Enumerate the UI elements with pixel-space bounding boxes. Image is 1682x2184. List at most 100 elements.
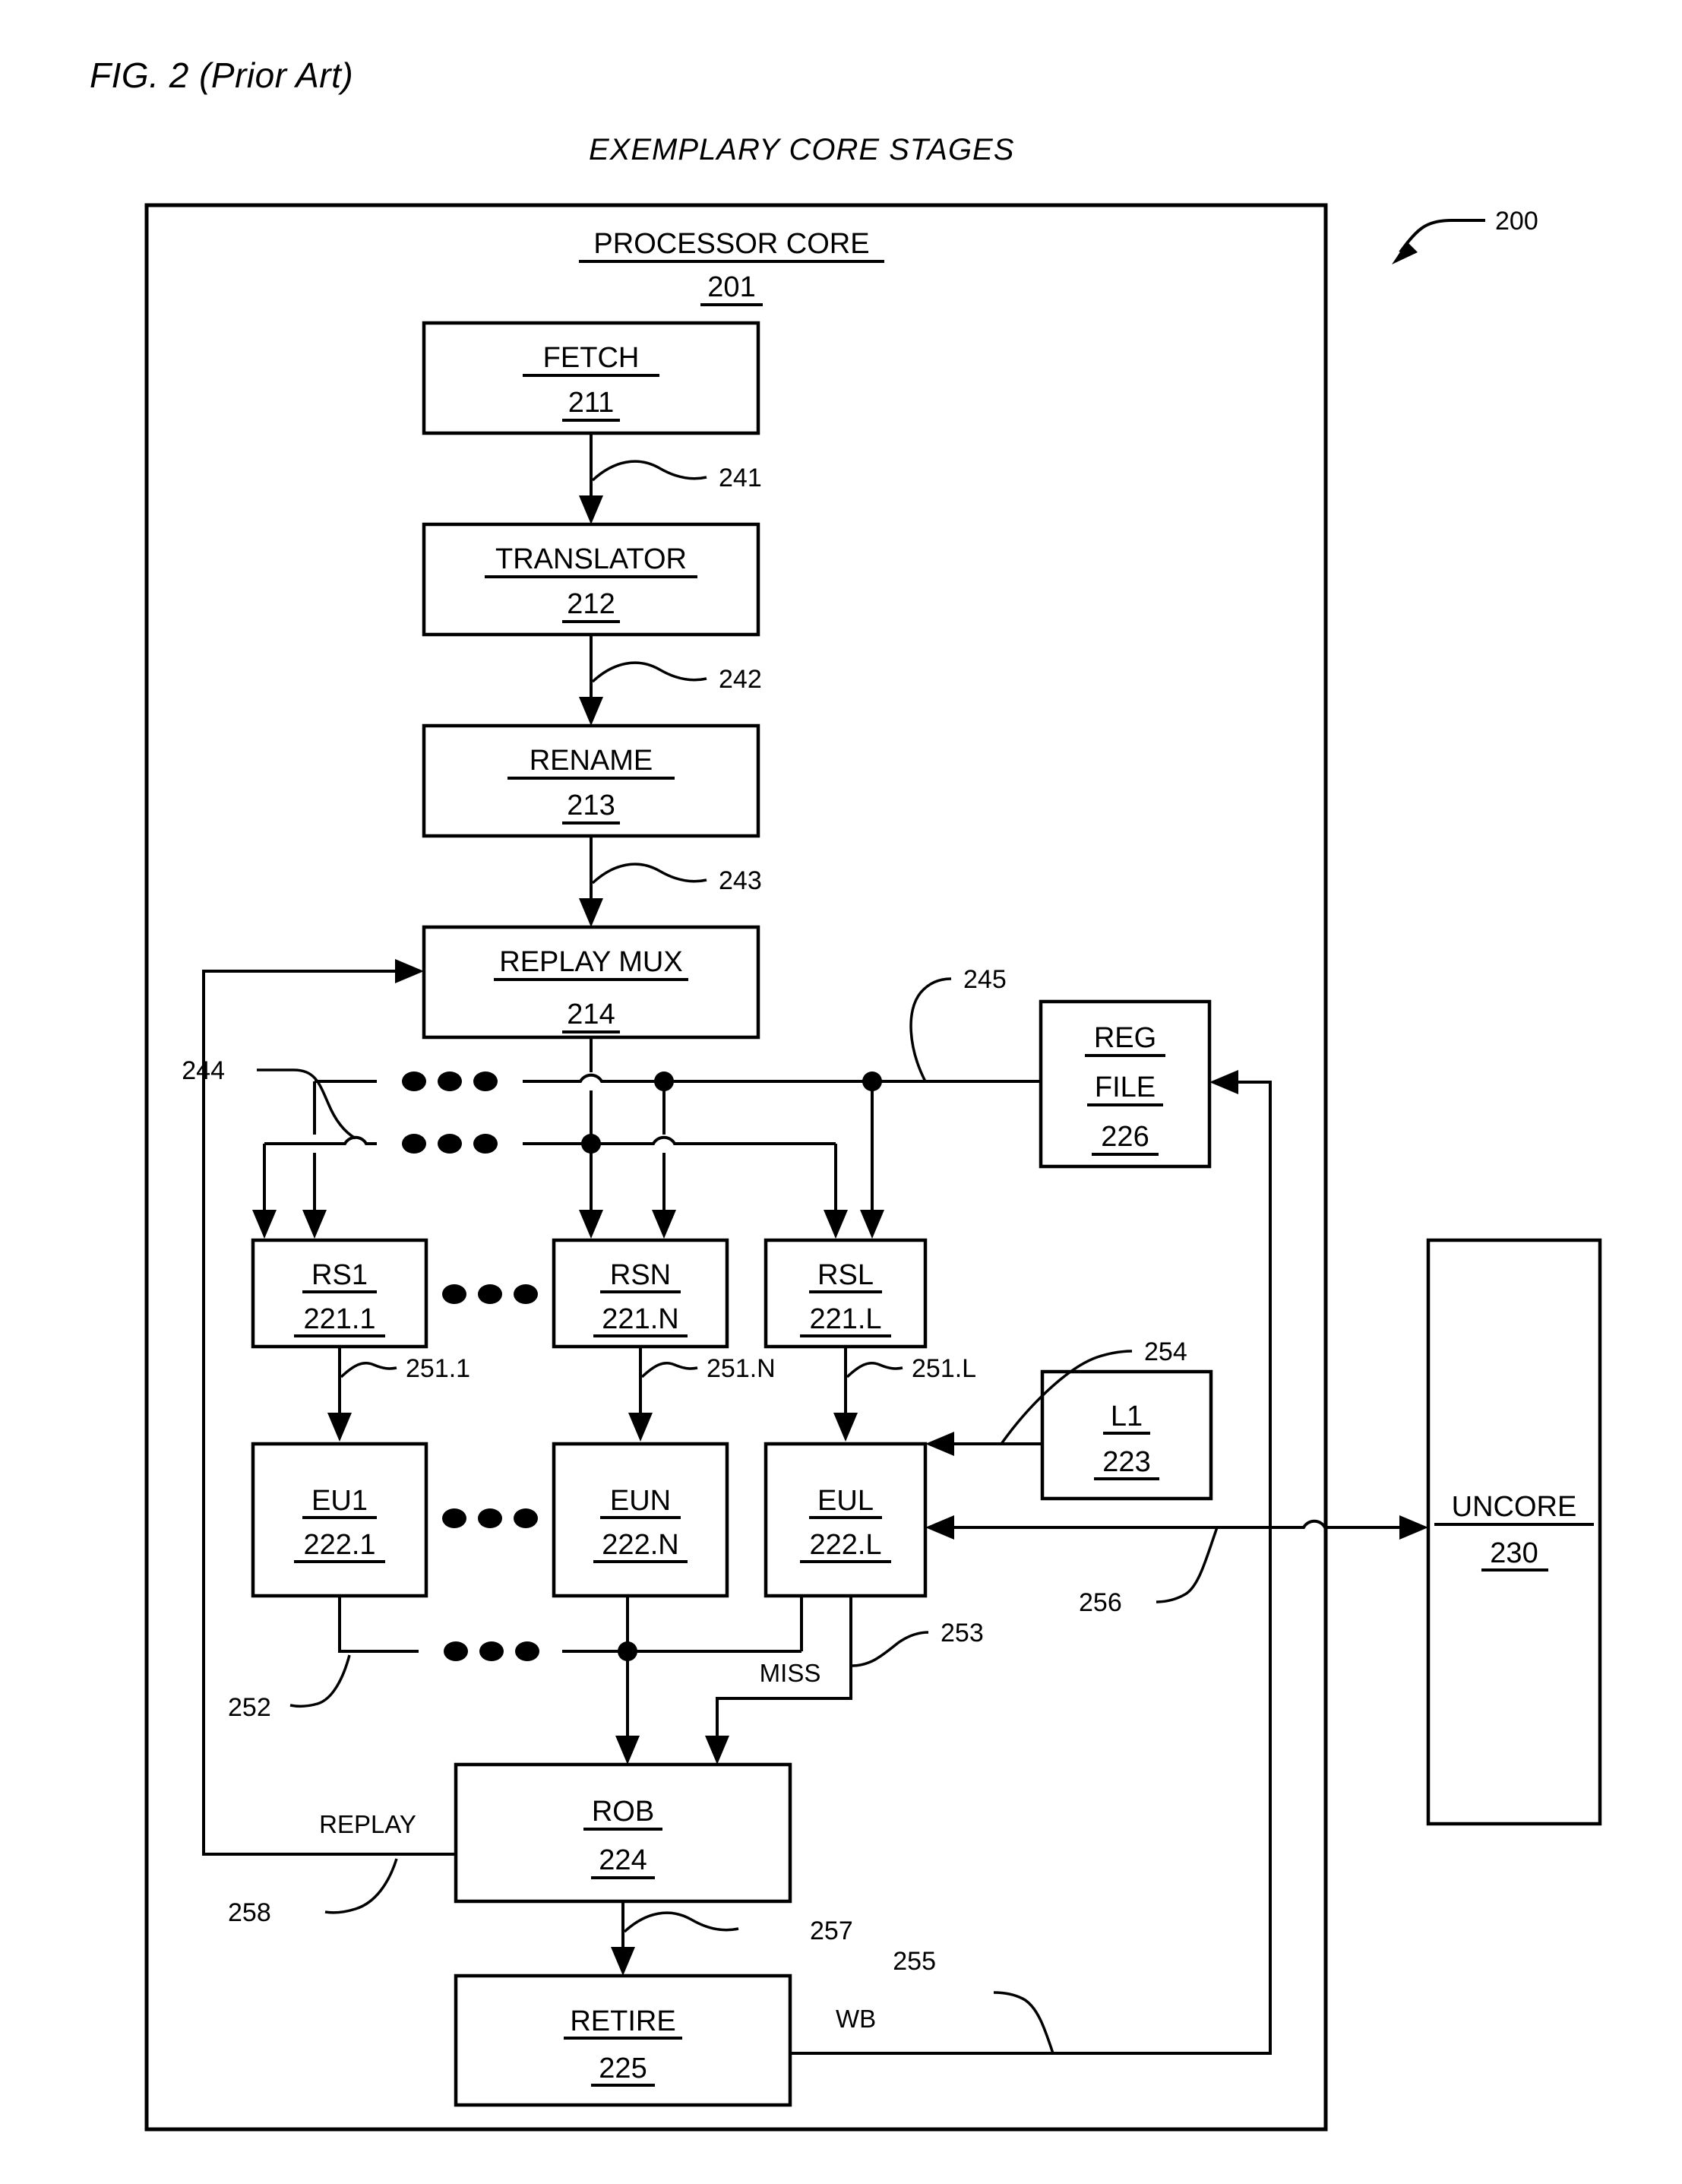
connector-257: 257 <box>611 1901 853 1976</box>
eu1-box[interactable] <box>251 1442 428 1598</box>
connector-245-ref: 245 <box>963 965 1007 994</box>
rs-row-ellipsis <box>442 1284 538 1304</box>
rsn-label: RSN <box>610 1259 671 1291</box>
rsn-feed-right <box>652 1081 676 1239</box>
connector-242: 242 <box>579 635 762 726</box>
connector-243-ref: 243 <box>719 866 762 895</box>
rsl-feed-right <box>860 1081 884 1239</box>
connector-257-ref: 257 <box>810 1917 853 1945</box>
block-translator[interactable]: TRANSLATOR 212 <box>422 522 760 637</box>
connector-252-ref: 252 <box>228 1693 271 1722</box>
ellipsis-dot <box>438 1071 462 1091</box>
block-reg-file[interactable]: REG FILE 226 <box>1039 999 1212 1169</box>
system-ref-leader <box>1392 219 1485 264</box>
l1-ref: 223 <box>1102 1446 1150 1478</box>
eul-box[interactable] <box>764 1442 928 1598</box>
processor-core-header: PROCESSOR CORE 201 <box>579 228 884 306</box>
connector-256-ref: 256 <box>1079 1588 1122 1617</box>
retire-ref: 225 <box>599 2053 647 2084</box>
block-retire[interactable]: RETIRE 225 <box>454 1974 792 2107</box>
ellipsis-dot <box>479 1641 504 1661</box>
rsl-label: RSL <box>817 1259 874 1291</box>
rename-label: RENAME <box>530 745 653 777</box>
rsn-ref: 221.N <box>602 1303 678 1335</box>
eu1-label: EU1 <box>311 1485 368 1517</box>
rs1-feed-left <box>252 1144 277 1239</box>
block-eun[interactable]: EUN 222.N <box>552 1442 729 1598</box>
block-replay-mux[interactable]: REPLAY MUX 214 <box>422 925 760 1040</box>
block-rsn[interactable]: RSN 221.N <box>552 1238 729 1349</box>
ellipsis-dot <box>438 1134 462 1154</box>
rs1-ref: 221.1 <box>303 1303 375 1335</box>
replay-mux-ref: 214 <box>567 999 615 1030</box>
core-stages-diagram: 200 PROCESSOR CORE 201 FETCH 211 241 TRA… <box>144 203 1602 2132</box>
block-rsl[interactable]: RSL 221.L <box>764 1238 928 1349</box>
processor-core-header-ref: 201 <box>707 271 755 303</box>
block-rs1[interactable]: RS1 221.1 <box>251 1238 428 1349</box>
block-eu1[interactable]: EU1 222.1 <box>251 1442 428 1598</box>
ellipsis-dot <box>442 1508 466 1528</box>
block-uncore[interactable]: UNCORE 230 <box>1426 1238 1602 1826</box>
block-eul[interactable]: EUL 222.L <box>764 1442 928 1598</box>
eu1-ref: 222.1 <box>303 1529 375 1561</box>
operand-bus-lower <box>264 1134 836 1154</box>
connector-251-1-ref: 251.1 <box>406 1354 470 1383</box>
ellipsis-dot <box>402 1134 426 1154</box>
connector-253: MISS 253 <box>705 1596 984 1765</box>
reg-file-ref: 226 <box>1101 1121 1149 1153</box>
ellipsis-dot <box>473 1071 498 1091</box>
ellipsis-dot <box>478 1508 502 1528</box>
replay-mux-label: REPLAY MUX <box>499 946 682 978</box>
eul-label: EUL <box>817 1485 874 1517</box>
ellipsis-dot <box>514 1284 538 1304</box>
block-rename[interactable]: RENAME 213 <box>422 723 760 838</box>
fetch-ref: 211 <box>568 387 615 419</box>
rsl-ref: 221.L <box>809 1303 881 1335</box>
connector-241: 241 <box>579 433 762 524</box>
ellipsis-dot <box>473 1134 498 1154</box>
rename-ref: 213 <box>567 790 615 821</box>
retire-label: RETIRE <box>570 2005 675 2037</box>
eu-row-ellipsis <box>442 1508 538 1528</box>
ellipsis-dot <box>515 1641 539 1661</box>
rs1-feed-right <box>302 1081 327 1239</box>
eun-box[interactable] <box>552 1442 729 1598</box>
ellipsis-dot <box>444 1641 468 1661</box>
figure-root: FIG. 2 (Prior Art) EXEMPLARY CORE STAGES… <box>0 0 1682 2184</box>
connector-251-L-ref: 251.L <box>912 1354 976 1383</box>
translator-label: TRANSLATOR <box>495 543 687 575</box>
connector-255-ref: 255 <box>893 1947 936 1976</box>
connector-254-ref: 254 <box>1144 1337 1187 1366</box>
rob-label: ROB <box>592 1796 654 1828</box>
connector-243: 243 <box>579 836 762 927</box>
block-fetch[interactable]: FETCH 211 <box>422 321 760 435</box>
block-rob[interactable]: ROB 224 <box>454 1762 792 1904</box>
bus-junction-dot <box>618 1641 637 1661</box>
system-ref-number: 200 <box>1495 207 1538 236</box>
connector-251-L: 251.L <box>833 1347 976 1442</box>
ellipsis-dot <box>442 1284 466 1304</box>
ellipsis-dot <box>402 1071 426 1091</box>
reg-file-label-line1: REG <box>1094 1022 1156 1054</box>
connector-258-ref: 258 <box>228 1898 271 1927</box>
operand-bus-upper <box>315 1071 1041 1091</box>
block-l1[interactable]: L1 223 <box>1040 1369 1213 1501</box>
connector-241-ref: 241 <box>719 464 762 492</box>
replay-signal-label: REPLAY <box>319 1810 416 1838</box>
connector-251-1: 251.1 <box>327 1347 470 1442</box>
rsn-feed-left <box>579 1144 603 1239</box>
eun-label: EUN <box>610 1485 671 1517</box>
miss-signal-label: MISS <box>760 1659 821 1687</box>
rs1-label: RS1 <box>311 1259 368 1291</box>
l1-label: L1 <box>1111 1401 1143 1432</box>
writeback-signal-label: WB <box>836 2005 876 2033</box>
reg-file-label-line2: FILE <box>1095 1071 1156 1103</box>
eul-ref: 222.L <box>809 1529 881 1561</box>
uncore-ref: 230 <box>1490 1537 1538 1569</box>
connector-242-ref: 242 <box>719 665 762 694</box>
eun-ref: 222.N <box>602 1529 678 1561</box>
ellipsis-dot <box>478 1284 502 1304</box>
uncore-box[interactable] <box>1426 1238 1602 1826</box>
rob-box[interactable] <box>454 1762 792 1904</box>
connector-253-ref: 253 <box>941 1619 984 1647</box>
